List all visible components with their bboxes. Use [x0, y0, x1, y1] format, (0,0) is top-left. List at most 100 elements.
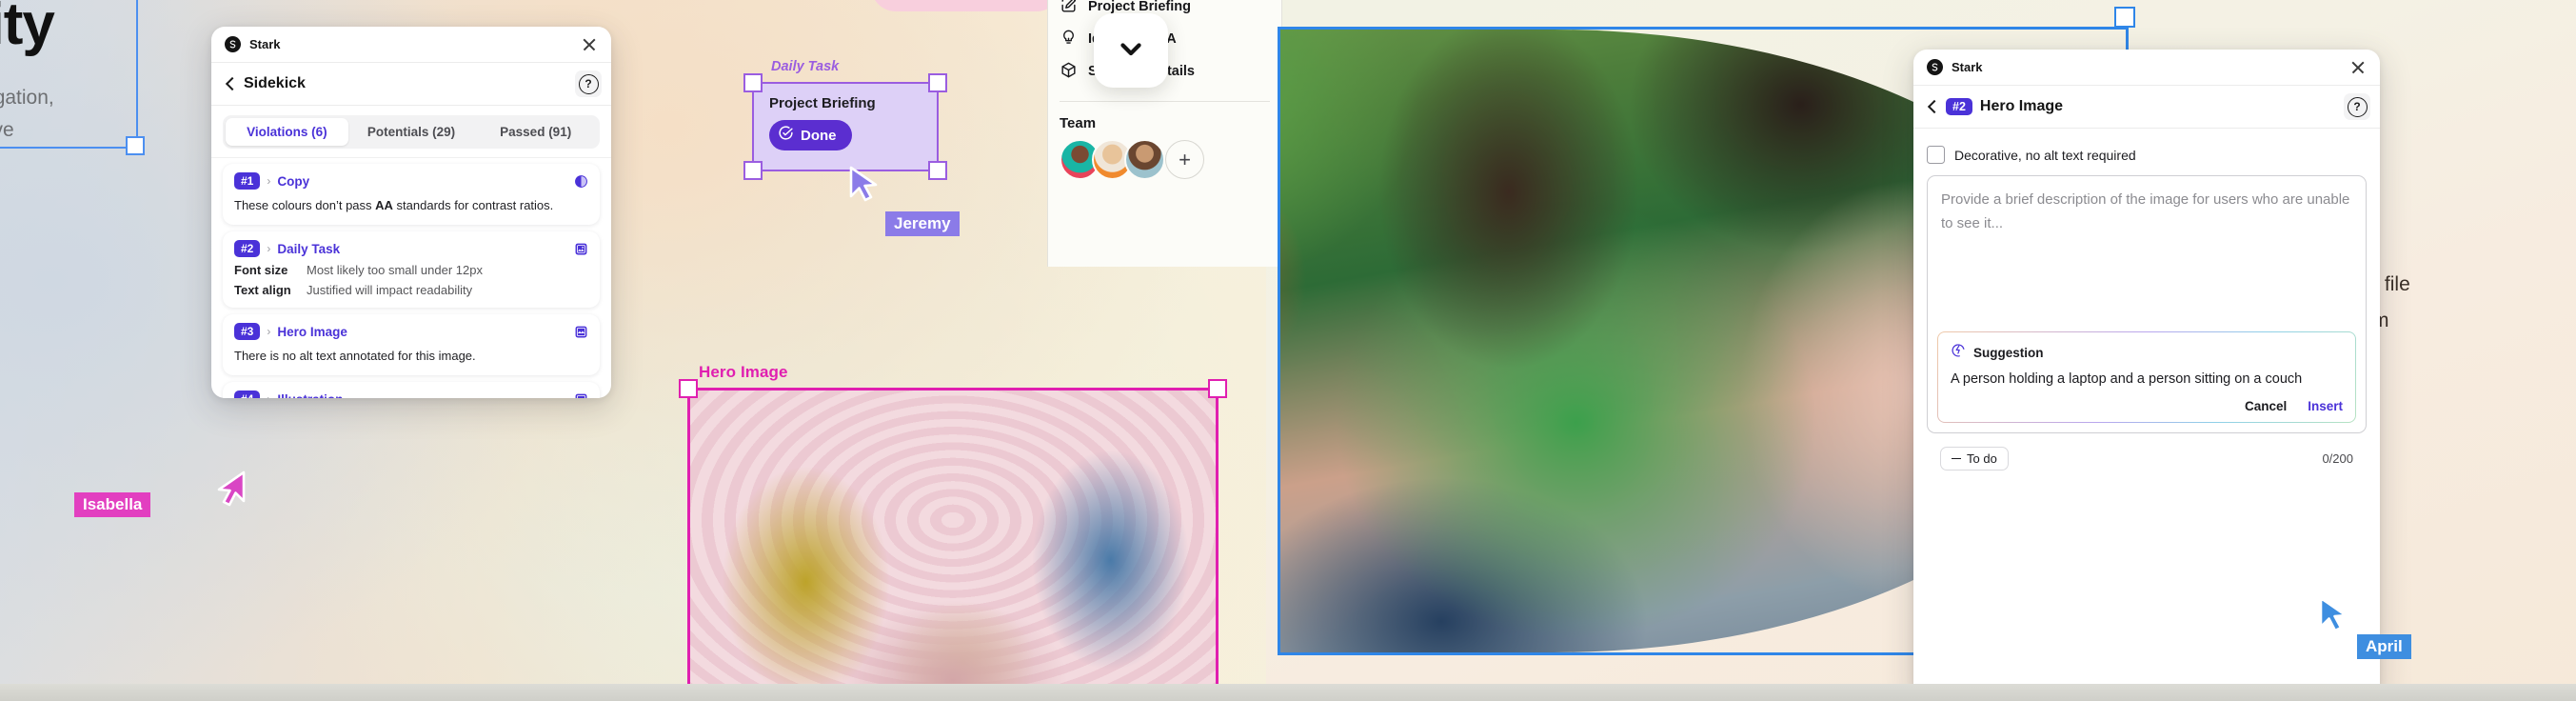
tab-potentials[interactable]: Potentials (29)	[350, 118, 473, 146]
text-image-icon	[573, 241, 588, 256]
selection-handle[interactable]	[1208, 379, 1227, 398]
panel-subheader: Sidekick ?	[211, 63, 611, 106]
hero-image-selection[interactable]: Hero Image	[679, 363, 1227, 701]
cursor-label: Isabella	[74, 492, 151, 517]
contrast-icon	[573, 173, 588, 189]
chevron-right-icon: ›	[267, 242, 271, 255]
selection-handle[interactable]	[928, 161, 947, 180]
pink-shape	[871, 0, 1061, 11]
attribute-key: Text align	[234, 283, 291, 297]
violation-header: #3 › Hero Image	[234, 323, 588, 340]
violation-description: These colours don’t pass AA standards fo…	[234, 196, 588, 214]
canvas-stage: vity delegation, ll have ork. Daily Task…	[0, 0, 2576, 701]
selection-handle[interactable]	[928, 73, 947, 92]
cursor-label: Jeremy	[885, 211, 960, 236]
suggestion-header: Suggestion	[1951, 343, 2343, 363]
selection-handle[interactable]	[126, 136, 145, 155]
chevron-down-card[interactable]	[1094, 13, 1168, 88]
selection-handle[interactable]	[743, 73, 763, 92]
violation-name[interactable]: Illustration	[277, 392, 343, 399]
attribute-key: Font size	[234, 263, 288, 277]
suggestion-card: Suggestion A person holding a laptop and…	[1937, 331, 2356, 423]
chevron-right-icon: ›	[267, 174, 271, 188]
selection-handle[interactable]	[743, 161, 763, 180]
hero-image[interactable]	[687, 388, 1219, 701]
left-page-title: vity	[0, 0, 55, 57]
decorative-checkbox-label: Decorative, no alt text required	[1954, 147, 2136, 163]
violation-row[interactable]: #4 › Illustration There is no alt text a…	[223, 382, 600, 398]
panel-footer: To do 0/200	[1927, 447, 2367, 471]
violation-number: #1	[234, 172, 261, 190]
violation-number-badge: #2	[1946, 98, 1972, 115]
alt-text-field[interactable]: Provide a brief description of the image…	[1927, 175, 2367, 433]
add-member-button[interactable]: +	[1165, 140, 1204, 179]
tab-passed[interactable]: Passed (91)	[474, 118, 597, 146]
decorative-checkbox[interactable]	[1927, 146, 1945, 164]
tabs-container: Violations (6) Potentials (29) Passed (9…	[211, 106, 611, 158]
daily-task-card[interactable]: Project Briefing Done	[752, 82, 939, 171]
stark-hero-image-panel: Stark #2 Hero Image ? Decorative, no alt…	[1913, 50, 2380, 701]
selection-handle[interactable]	[2114, 7, 2135, 28]
panel-titlebar: Stark	[211, 27, 611, 63]
panel-subheader: #2 Hero Image ?	[1913, 86, 2380, 129]
suggestion-actions: Cancel Insert	[1951, 399, 2343, 413]
attribute-value: Most likely too small under 12px	[307, 263, 483, 277]
avatar[interactable]	[1124, 139, 1165, 180]
left-body-line: ork.	[0, 147, 54, 179]
status-badge[interactable]: To do	[1940, 447, 2009, 471]
violation-header: #1 › Copy	[234, 172, 588, 190]
violation-name[interactable]: Daily Task	[277, 242, 340, 256]
list-item-project-briefing[interactable]: Project Briefing	[1048, 0, 1281, 23]
insert-button[interactable]: Insert	[2308, 399, 2343, 413]
violation-number: #2	[234, 240, 261, 257]
decorative-checkbox-row[interactable]: Decorative, no alt text required	[1927, 146, 2367, 164]
violation-attribute-row: Font size Most likely too small under 12…	[234, 263, 588, 277]
help-button[interactable]: ?	[575, 70, 602, 97]
violation-number: #3	[234, 323, 261, 340]
panel-body: Decorative, no alt text required Provide…	[1913, 129, 2380, 471]
hero-image-layer-label: Hero Image	[699, 363, 788, 381]
panel-title: Sidekick	[244, 75, 306, 91]
close-icon[interactable]	[2349, 59, 2367, 76]
cancel-button[interactable]: Cancel	[2245, 399, 2287, 413]
chevron-right-icon: ›	[267, 325, 271, 338]
desc-part: standards for contrast ratios.	[392, 198, 554, 212]
daily-task-selection[interactable]: Daily Task Project Briefing Done	[743, 59, 947, 180]
help-button[interactable]: ?	[2344, 93, 2370, 120]
char-counter: 0/200	[2322, 451, 2353, 466]
violation-row[interactable]: #2 › Daily Task Font size Most likely to…	[223, 231, 600, 308]
app-name: Stark	[1952, 60, 1983, 74]
stark-sidekick-panel: Stark Sidekick ? Violations (6) Potentia…	[211, 27, 611, 398]
minus-icon	[1952, 457, 1961, 460]
selection-handle[interactable]	[679, 379, 698, 398]
violation-number: #4	[234, 391, 261, 398]
attribute-value: Justified will impact readability	[307, 283, 473, 297]
image-alt-icon	[573, 391, 588, 398]
status-label: To do	[1967, 451, 1997, 466]
close-icon[interactable]	[581, 36, 598, 53]
chevron-right-icon: ›	[267, 392, 270, 398]
chevron-left-icon[interactable]	[1925, 99, 1940, 114]
done-button[interactable]: Done	[769, 120, 852, 150]
sparkle-circle-icon	[1951, 343, 1966, 363]
panel-title: Hero Image	[1979, 98, 2064, 114]
violation-name[interactable]: Hero Image	[277, 325, 347, 339]
tab-violations[interactable]: Violations (6)	[226, 118, 348, 146]
team-heading: Team	[1060, 115, 1097, 131]
left-body-line: ll have	[0, 119, 14, 141]
daily-task-layer-label: Daily Task	[771, 59, 840, 74]
chevron-left-icon[interactable]	[223, 76, 238, 91]
suggestion-text: A person holding a laptop and a person s…	[1951, 371, 2303, 387]
lightbulb-icon	[1060, 29, 1078, 50]
violation-row[interactable]: #3 › Hero Image There is no alt text ann…	[223, 314, 600, 375]
edit-square-icon	[1060, 0, 1078, 18]
desc-bold: AA	[375, 198, 393, 212]
violation-attribute-row: Text align Justified will impact readabi…	[234, 283, 588, 297]
violation-name[interactable]: Copy	[277, 174, 309, 189]
team-avatars: +	[1048, 139, 1281, 180]
violation-header: #2 › Daily Task	[234, 240, 588, 257]
violation-row[interactable]: #1 › Copy These colours don’t pass AA st…	[223, 164, 600, 225]
chevron-down-icon	[1115, 32, 1147, 70]
violation-header: #4 › Illustration	[234, 391, 588, 398]
cube-icon	[1060, 61, 1078, 83]
